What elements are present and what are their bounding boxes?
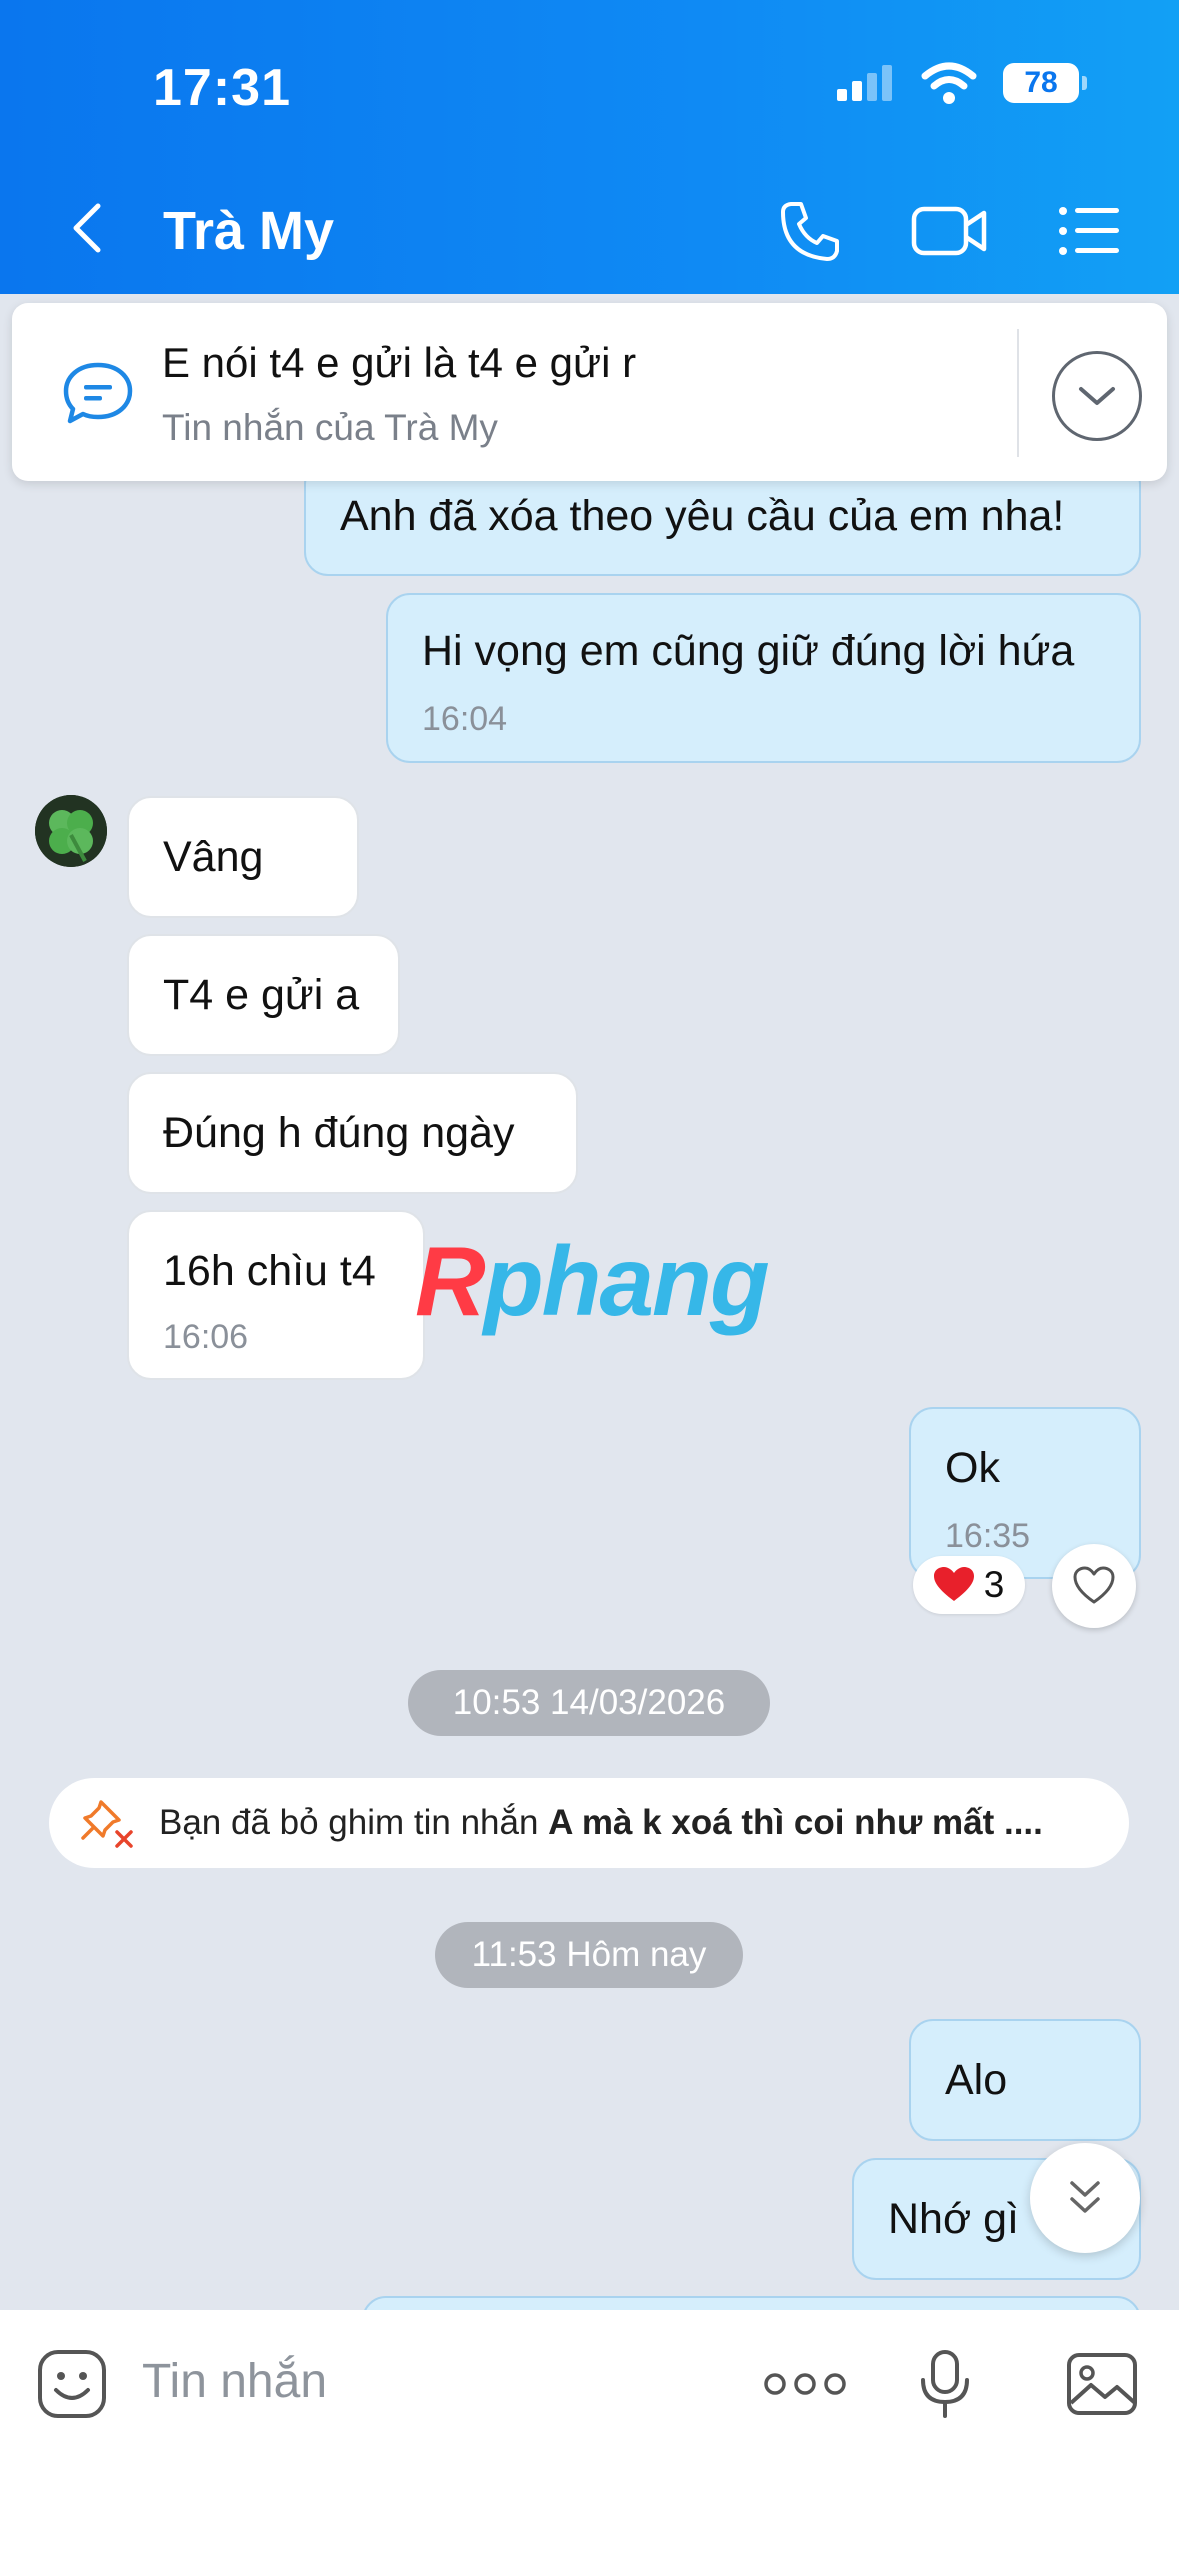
message-text: Alo <box>945 2056 1008 2104</box>
chat-header: 17:31 78 Trà My <box>0 0 1179 294</box>
message-bubble[interactable]: Alo <box>909 2019 1141 2141</box>
message-text: Anh đã xóa theo yêu cầu của em nha! <box>340 492 1065 540</box>
unpin-icon <box>81 1800 133 1848</box>
sticker-button[interactable] <box>32 2344 112 2424</box>
message-text: Vâng <box>163 833 264 881</box>
expand-pinned-button[interactable] <box>1052 351 1142 441</box>
message-bubble[interactable]: T4 e gửi a <box>127 934 400 1056</box>
message-text: Đúng h đúng ngày <box>163 1109 515 1157</box>
pinned-message-subtitle: Tin nhắn của Trà My <box>162 407 498 448</box>
scroll-to-bottom-button[interactable] <box>1030 2143 1140 2253</box>
emoji-sticker-icon <box>38 2350 106 2418</box>
message-time: 16:06 <box>163 1318 249 1356</box>
pinned-message-title: E nói t4 e gửi là t4 e gửi r <box>162 339 637 386</box>
photo-picker-button[interactable] <box>1062 2344 1142 2424</box>
video-camera-icon <box>911 206 987 256</box>
message-bubble[interactable]: Vâng <box>127 796 359 918</box>
image-icon <box>1067 2353 1137 2415</box>
double-chevron-down-icon <box>1070 2181 1100 2213</box>
message-bubble[interactable]: 16h chìu t4 16:06 <box>127 1210 425 1380</box>
message-text: Ok <box>945 1444 1000 1492</box>
chevron-left-icon <box>73 203 101 253</box>
message-bubble[interactable]: Đúng h đúng ngày <box>127 1072 578 1194</box>
phone-icon <box>781 202 839 261</box>
chat-bubble-icon <box>63 362 133 424</box>
status-icons: 78 <box>835 62 1087 104</box>
signal-icon <box>837 65 892 101</box>
heart-outline-icon <box>1073 1566 1115 1604</box>
date-separator: 11:53 Hôm nay <box>435 1922 743 1988</box>
more-options-button[interactable] <box>760 2344 850 2424</box>
message-time: 16:35 <box>945 1517 1031 1555</box>
avatar[interactable] <box>35 795 107 867</box>
message-input-bar: Tin nhắn <box>0 2310 1179 2556</box>
voice-record-button[interactable] <box>905 2344 985 2424</box>
heart-icon <box>933 1567 974 1601</box>
battery-indicator: 78 <box>1003 63 1087 103</box>
watermark-logo: Rphang <box>415 1225 770 1338</box>
voice-call-button[interactable] <box>770 196 850 266</box>
system-notice[interactable]: Bạn đã bỏ ghim tin nhắn A mà k xoá thì c… <box>49 1778 1129 1868</box>
message-time: 16:04 <box>422 700 508 738</box>
react-button[interactable] <box>1052 1544 1136 1628</box>
system-notice-text: Bạn đã bỏ ghim tin nhắn <box>159 1803 549 1842</box>
microphone-icon <box>921 2350 969 2418</box>
more-dots-icon <box>764 2373 846 2395</box>
chat-options-button[interactable] <box>1050 196 1130 266</box>
back-button[interactable] <box>60 198 120 258</box>
message-text: T4 e gửi a <box>163 971 360 1019</box>
message-text: 16h chìu t4 <box>163 1247 376 1295</box>
reaction-summary[interactable]: 3 <box>913 1556 1025 1614</box>
message-text: Nhớ gì <box>888 2195 1019 2243</box>
divider <box>1017 329 1019 457</box>
message-bubble[interactable]: Hi vọng em cũng giữ đúng lời hứa 16:04 <box>386 593 1141 763</box>
message-input[interactable]: Tin nhắn <box>142 2354 327 2409</box>
date-separator: 10:53 14/03/2026 <box>408 1670 770 1736</box>
pinned-message-banner[interactable]: E nói t4 e gửi là t4 e gửi r Tin nhắn củ… <box>12 303 1167 481</box>
contact-name[interactable]: Trà My <box>163 200 334 262</box>
nav-bar: Trà My <box>0 180 1179 280</box>
clover-icon <box>35 795 107 867</box>
video-call-button[interactable] <box>910 196 990 266</box>
system-notice-bold-text: A mà k xoá thì coi như mất .... <box>548 1803 1043 1842</box>
list-menu-icon <box>1059 207 1119 255</box>
watermark-letter: R <box>415 1226 486 1336</box>
watermark-text: phang <box>483 1226 770 1336</box>
chevron-down-icon <box>1079 387 1115 405</box>
status-time: 17:31 <box>153 59 291 117</box>
message-text: Hi vọng em cũng giữ đúng lời hứa <box>422 627 1075 675</box>
wifi-icon <box>921 62 977 104</box>
reaction-count: 3 <box>983 1564 1005 1605</box>
